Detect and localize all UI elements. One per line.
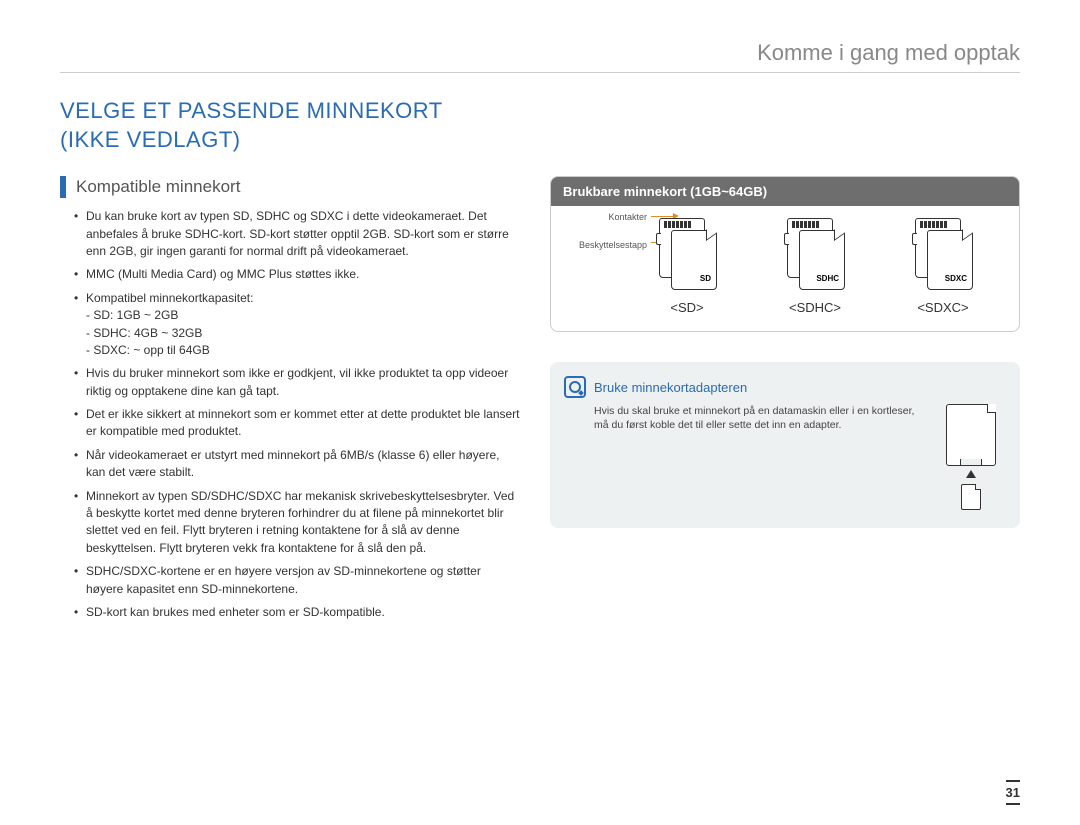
protect-tab-label: Beskyttelsestapp bbox=[557, 240, 647, 250]
list-item-text: Når videokameraet er utstyrt med minneko… bbox=[86, 448, 499, 479]
adapter-illustration bbox=[936, 404, 1006, 510]
list-item-text: Det er ikke sikkert at minnekort som er … bbox=[86, 407, 520, 438]
list-item: Minnekort av typen SD/SDHC/SDXC har meka… bbox=[74, 488, 520, 558]
card-type-label: <SDHC> bbox=[789, 300, 841, 315]
arrow-up-icon bbox=[966, 470, 976, 478]
title-line1: VELGE ET PASSENDE MINNEKORT bbox=[60, 98, 443, 123]
magnifier-icon bbox=[564, 376, 586, 398]
list-item-text: Minnekort av typen SD/SDHC/SDXC har meka… bbox=[86, 489, 514, 555]
sdhc-logo-icon: SDHC bbox=[816, 274, 839, 283]
sdxc-logo-icon: SDXC bbox=[945, 274, 967, 283]
sdhc-card-illustration: SDHC <SDHC> bbox=[783, 218, 847, 315]
list-item-text: Kompatibel minnekortkapasitet: - SD: 1GB… bbox=[86, 290, 520, 360]
list-item: Kompatibel minnekortkapasitet: - SD: 1GB… bbox=[74, 290, 520, 360]
contacts-label: Kontakter bbox=[557, 212, 647, 222]
list-item: SDHC/SDXC-kortene er en høyere versjon a… bbox=[74, 563, 520, 598]
adapter-tip-box: Bruke minnekortadapteren Hvis du skal br… bbox=[550, 362, 1020, 528]
list-item-text: Du kan bruke kort av typen SD, SDHC og S… bbox=[86, 209, 509, 258]
subsection-bar-icon bbox=[60, 176, 66, 198]
list-item: Du kan bruke kort av typen SD, SDHC og S… bbox=[74, 208, 520, 260]
section-title: VELGE ET PASSENDE MINNEKORT (IKKE VEDLAG… bbox=[60, 97, 1020, 154]
compatible-cards-list: Du kan bruke kort av typen SD, SDHC og S… bbox=[60, 208, 520, 621]
sd-card-illustration: SD <SD> bbox=[655, 218, 719, 315]
list-item: SD-kort kan brukes med enheter som er SD… bbox=[74, 604, 520, 621]
list-item-text: SD-kort kan brukes med enheter som er SD… bbox=[86, 605, 385, 619]
card-type-label: <SDXC> bbox=[917, 300, 968, 315]
list-item: MMC (Multi Media Card) og MMC Plus støtt… bbox=[74, 266, 520, 283]
tip-title: Bruke minnekortadapteren bbox=[594, 380, 747, 395]
card-type-label: <SD> bbox=[670, 300, 703, 315]
usable-cards-box: Brukbare minnekort (1GB~64GB) Kontakter … bbox=[550, 176, 1020, 332]
tip-text: Hvis du skal bruke et minnekort på en da… bbox=[564, 404, 916, 432]
list-item: Det er ikke sikkert at minnekort som er … bbox=[74, 406, 520, 441]
page-number: 31 bbox=[1006, 780, 1020, 805]
chapter-header: Komme i gang med opptak bbox=[60, 40, 1020, 73]
list-item-text: Hvis du bruker minnekort som ikke er god… bbox=[86, 366, 508, 397]
microsd-icon bbox=[961, 484, 981, 510]
usable-cards-header: Brukbare minnekort (1GB~64GB) bbox=[551, 177, 1019, 206]
list-item-text: MMC (Multi Media Card) og MMC Plus støtt… bbox=[86, 267, 359, 281]
list-item: Hvis du bruker minnekort som ikke er god… bbox=[74, 365, 520, 400]
subsection-title: Kompatible minnekort bbox=[76, 177, 240, 197]
sd-logo-icon: SD bbox=[700, 274, 711, 283]
subsection-header: Kompatible minnekort bbox=[60, 176, 520, 198]
title-line2: (IKKE VEDLAGT) bbox=[60, 127, 241, 152]
arrow-icon bbox=[651, 216, 675, 217]
list-item: Når videokameraet er utstyrt med minneko… bbox=[74, 447, 520, 482]
list-item-text: SDHC/SDXC-kortene er en høyere versjon a… bbox=[86, 564, 481, 595]
sdxc-card-illustration: SDXC <SDXC> bbox=[911, 218, 975, 315]
card-part-labels: Kontakter Beskyttelsestapp bbox=[557, 212, 647, 250]
